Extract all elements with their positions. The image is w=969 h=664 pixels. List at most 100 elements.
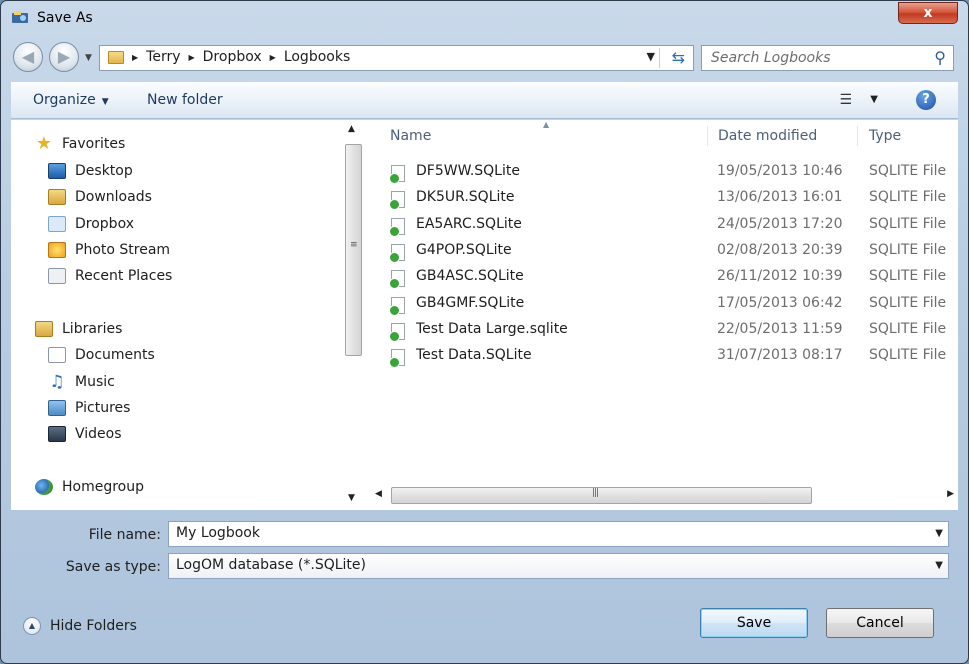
file-name-value: My Logbook bbox=[176, 525, 260, 541]
file-date: 22/05/2013 11:59 bbox=[717, 321, 843, 337]
file-list-scrollbar[interactable]: ◀ ||| ▶ bbox=[371, 486, 958, 506]
forward-arrow-icon: ▶ bbox=[57, 47, 71, 66]
sidebar-item-label: Recent Places bbox=[75, 268, 173, 284]
file-name: EA5ARC.SQLite bbox=[416, 216, 522, 232]
sqlite-file-icon bbox=[389, 191, 405, 210]
sqlite-file-icon bbox=[389, 165, 405, 184]
scroll-right-icon[interactable]: ▶ bbox=[947, 489, 954, 499]
file-row[interactable]: DK5UR.SQLite 13/06/2013 16:01 SQLITE Fil… bbox=[389, 187, 958, 211]
sidebar-item-label: Photo Stream bbox=[75, 242, 171, 258]
scroll-up-icon[interactable]: ▲ bbox=[348, 124, 355, 134]
sidebar-item-downloads[interactable]: Downloads bbox=[48, 189, 152, 205]
desktop-icon bbox=[48, 163, 66, 179]
sidebar-item-dropbox[interactable]: Dropbox bbox=[48, 216, 134, 232]
column-divider[interactable] bbox=[857, 126, 858, 146]
file-row[interactable]: Test Data.SQLite 31/07/2013 08:17 SQLITE… bbox=[389, 345, 958, 369]
hide-folders-button[interactable]: ▲ Hide Folders bbox=[23, 617, 137, 635]
sidebar-item-documents[interactable]: Documents bbox=[48, 347, 155, 363]
file-date: 17/05/2013 06:42 bbox=[717, 295, 843, 311]
file-type: SQLITE File bbox=[869, 216, 947, 232]
sidebar-item-label: Music bbox=[75, 374, 115, 390]
column-header-name[interactable]: Name bbox=[390, 128, 431, 144]
sidebar-item-photo-stream[interactable]: Photo Stream bbox=[48, 242, 170, 258]
scrollbar-thumb[interactable]: ||| bbox=[391, 487, 812, 504]
address-bar[interactable]: ▶ Terry ▶ Dropbox ▶ Logbooks ▼ ⇆ bbox=[99, 45, 694, 71]
file-name-field[interactable]: My Logbook ▼ bbox=[168, 521, 949, 547]
folder-icon bbox=[108, 51, 124, 64]
breadcrumb-arrow-icon[interactable]: ▶ bbox=[132, 53, 138, 62]
recent-places-icon bbox=[48, 268, 66, 284]
organize-button[interactable]: Organize ▼ bbox=[33, 92, 109, 108]
back-button[interactable]: ◀ bbox=[13, 42, 43, 72]
file-name: Test Data.SQLite bbox=[416, 347, 532, 363]
search-input[interactable]: Search Logbooks ⚲ bbox=[701, 45, 954, 71]
scrollbar-thumb[interactable]: ≡ bbox=[345, 144, 362, 356]
downloads-icon bbox=[48, 189, 66, 205]
help-icon[interactable]: ? bbox=[916, 90, 936, 110]
cancel-button[interactable]: Cancel bbox=[826, 608, 934, 638]
grip-icon: ||| bbox=[592, 488, 599, 498]
sort-ascending-icon: ▲ bbox=[543, 120, 550, 129]
chevron-down-icon[interactable]: ▼ bbox=[935, 528, 943, 539]
music-icon: ♫ bbox=[49, 372, 65, 392]
refresh-icon[interactable]: ⇆ bbox=[672, 48, 685, 67]
breadcrumb-arrow-icon[interactable]: ▶ bbox=[270, 53, 276, 62]
breadcrumb-item-terry[interactable]: Terry bbox=[146, 49, 180, 65]
sidebar-item-pictures[interactable]: Pictures bbox=[48, 400, 130, 416]
file-date: 26/11/2012 10:39 bbox=[717, 268, 843, 284]
column-header-type[interactable]: Type bbox=[869, 128, 901, 144]
close-button[interactable]: x bbox=[898, 2, 958, 24]
sidebar-item-label: Dropbox bbox=[75, 216, 134, 232]
file-row[interactable]: GB4ASC.SQLite 26/11/2012 10:39 SQLITE Fi… bbox=[389, 266, 958, 290]
navigation-scrollbar[interactable]: ▲ ≡ ▼ bbox=[344, 122, 363, 510]
recent-locations-dropdown[interactable]: ▼ bbox=[85, 53, 92, 63]
breadcrumb-arrow-icon[interactable]: ▶ bbox=[189, 53, 195, 62]
breadcrumb-item-dropbox[interactable]: Dropbox bbox=[203, 49, 262, 65]
file-row[interactable]: Test Data Large.sqlite 22/05/2013 11:59 … bbox=[389, 319, 958, 343]
save-as-type-value: LogOM database (*.SQLite) bbox=[176, 557, 366, 573]
sidebar-item-homegroup[interactable]: Homegroup bbox=[35, 479, 144, 495]
file-type: SQLITE File bbox=[869, 268, 947, 284]
sidebar-item-libraries[interactable]: Libraries bbox=[35, 321, 122, 337]
sidebar-item-label: Homegroup bbox=[62, 479, 145, 495]
videos-icon bbox=[48, 426, 66, 442]
save-as-type-select[interactable]: LogOM database (*.SQLite) ▼ bbox=[168, 553, 949, 579]
file-row[interactable]: EA5ARC.SQLite 24/05/2013 17:20 SQLITE Fi… bbox=[389, 214, 958, 238]
new-folder-button[interactable]: New folder bbox=[147, 92, 223, 108]
sidebar-item-videos[interactable]: Videos bbox=[48, 426, 122, 442]
file-date: 13/06/2013 16:01 bbox=[717, 189, 843, 205]
sidebar-item-recent-places[interactable]: Recent Places bbox=[48, 268, 172, 284]
file-name: DK5UR.SQLite bbox=[416, 189, 515, 205]
scroll-left-icon[interactable]: ◀ bbox=[375, 489, 382, 499]
sqlite-file-icon bbox=[389, 323, 405, 342]
file-name: GB4GMF.SQLite bbox=[416, 295, 525, 311]
save-button[interactable]: Save bbox=[700, 608, 808, 638]
change-view-icon[interactable]: ☰ bbox=[839, 92, 852, 108]
forward-button[interactable]: ▶ bbox=[49, 42, 79, 72]
sidebar-item-favorites[interactable]: ★ Favorites bbox=[35, 135, 125, 153]
window-title: Save As bbox=[37, 10, 93, 26]
title-bar: Save As x bbox=[1, 1, 968, 37]
view-options-dropdown-icon[interactable]: ▼ bbox=[870, 94, 878, 105]
file-list: Name ▲ Date modified Type DF5WW.SQLite 1… bbox=[371, 120, 958, 510]
chevron-down-icon[interactable]: ▼ bbox=[935, 560, 943, 571]
file-type: SQLITE File bbox=[869, 163, 947, 179]
address-dropdown-icon[interactable]: ▼ bbox=[647, 50, 655, 63]
grip-icon: ≡ bbox=[350, 240, 358, 250]
file-row[interactable]: GB4GMF.SQLite 17/05/2013 06:42 SQLITE Fi… bbox=[389, 293, 958, 317]
sidebar-item-music[interactable]: ♫ Music bbox=[48, 372, 115, 392]
sidebar-item-label: Desktop bbox=[75, 163, 133, 179]
file-name: GB4ASC.SQLite bbox=[416, 268, 524, 284]
breadcrumb-item-logbooks[interactable]: Logbooks bbox=[284, 49, 350, 65]
sidebar-item-desktop[interactable]: Desktop bbox=[48, 163, 133, 179]
organize-label: Organize bbox=[33, 92, 96, 108]
command-toolbar: Organize ▼ New folder ☰ ▼ ? bbox=[11, 81, 958, 119]
file-row[interactable]: DF5WW.SQLite 19/05/2013 10:46 SQLITE Fil… bbox=[389, 161, 958, 185]
scroll-down-icon[interactable]: ▼ bbox=[348, 493, 355, 503]
column-header-date-modified[interactable]: Date modified bbox=[718, 128, 817, 144]
file-type: SQLITE File bbox=[869, 321, 947, 337]
photo-stream-icon bbox=[48, 242, 66, 258]
column-divider[interactable] bbox=[707, 126, 708, 146]
search-icon[interactable]: ⚲ bbox=[934, 48, 946, 67]
file-row[interactable]: G4POP.SQLite 02/08/2013 20:39 SQLITE Fil… bbox=[389, 240, 958, 264]
